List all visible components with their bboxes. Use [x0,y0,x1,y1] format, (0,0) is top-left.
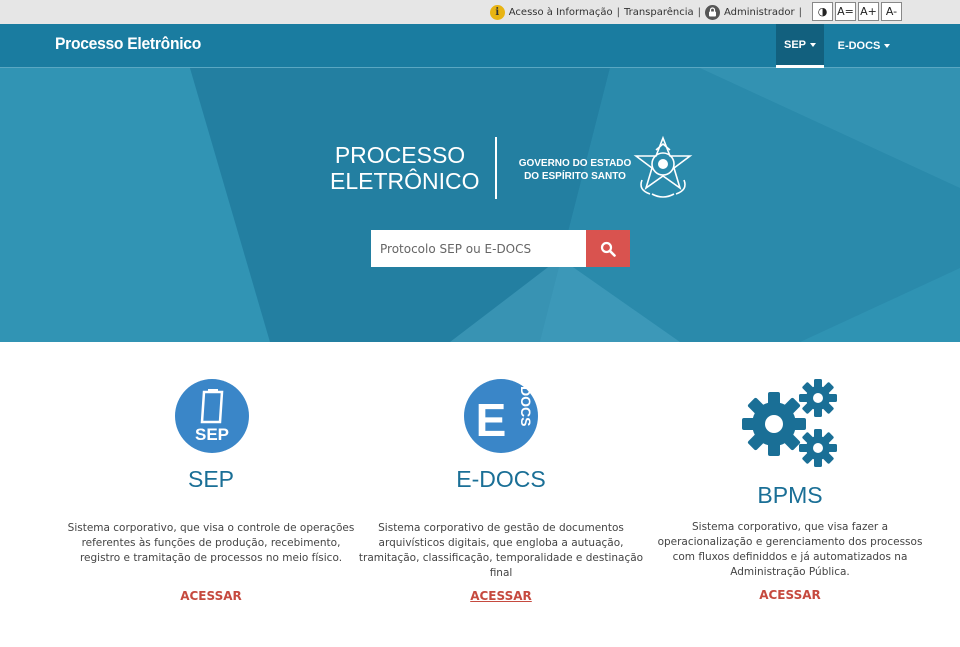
protocol-search [371,230,630,267]
card-edocs-title: E-DOCS [456,466,546,492]
access-info-link[interactable]: Acesso à Informação [509,7,613,18]
nav-sep-dropdown[interactable]: SEP [776,24,824,68]
gov-line2: DO ESPÍRITO SANTO [524,171,626,182]
contrast-button[interactable]: ◑ [812,2,833,21]
gears-icon [742,379,837,467]
accessibility-controls: ◑ A= A+ A- [812,2,902,21]
font-increase-button[interactable]: A+ [858,2,879,21]
admin-link[interactable]: Administrador [724,7,795,18]
card-sep-access-link[interactable]: ACESSAR [66,589,356,603]
nav-edocs-dropdown[interactable]: E-DOCS [832,24,896,68]
card-sep-description: Sistema corporativo, que visa o controle… [67,522,355,564]
sep-logo-icon: SEP [175,379,249,453]
font-reset-button[interactable]: A= [835,2,856,21]
utility-links: i Acesso à Informação | Transparência | … [489,4,806,20]
hero-banner: PROCESSO ELETRÔNICO GOVERNO DO ESTADO DO… [0,68,960,342]
card-bpms-access-link[interactable]: ACESSAR [645,588,935,602]
nav-sep-label: SEP [783,38,806,51]
card-bpms-title: BPMS [757,482,823,508]
search-icon [600,241,616,257]
chevron-down-icon [810,42,816,47]
lock-icon [705,4,721,20]
protocol-search-input[interactable] [371,230,586,267]
font-decrease-button[interactable]: A- [881,2,902,21]
hero-divider [495,137,497,199]
search-button[interactable] [586,230,630,267]
hero-title: PROCESSO ELETRÔNICO [330,142,480,194]
edocs-logo-text: DOCS [518,386,534,426]
separator: | [798,6,802,18]
card-edocs-access-link[interactable]: ACESSAR [356,589,646,603]
separator: | [616,6,620,18]
hero-background [0,68,960,342]
info-icon: i [489,4,505,20]
card-edocs-description: Sistema corporativo de gestão de documen… [358,522,644,579]
gov-line1: GOVERNO DO ESTADO [518,158,632,169]
nav-edocs-label: E-DOCS [837,40,881,52]
hero-title-line2: ELETRÔNICO [330,168,480,194]
sep-logo-text: SEP [195,425,229,444]
main-navbar: Processo Eletrônico SEP E-DOCS [0,24,960,68]
chevron-down-icon [884,44,891,48]
government-label: GOVERNO DO ESTADO DO ESPÍRITO SANTO [518,157,632,183]
coat-of-arms-icon [633,135,693,198]
utility-bar: i Acesso à Informação | Transparência | … [0,0,960,24]
separator: | [697,6,702,18]
card-sep-title: SEP [187,466,235,492]
brand-link[interactable]: Processo Eletrônico [55,34,201,54]
card-bpms-description: Sistema corporativo, que visa fazer a op… [657,521,923,578]
hero-title-line1: PROCESSO [334,142,466,168]
edocs-logo-letter: E [476,394,507,446]
edocs-logo-icon: E DOCS [464,379,538,453]
transparency-link[interactable]: Transparência [624,7,694,18]
